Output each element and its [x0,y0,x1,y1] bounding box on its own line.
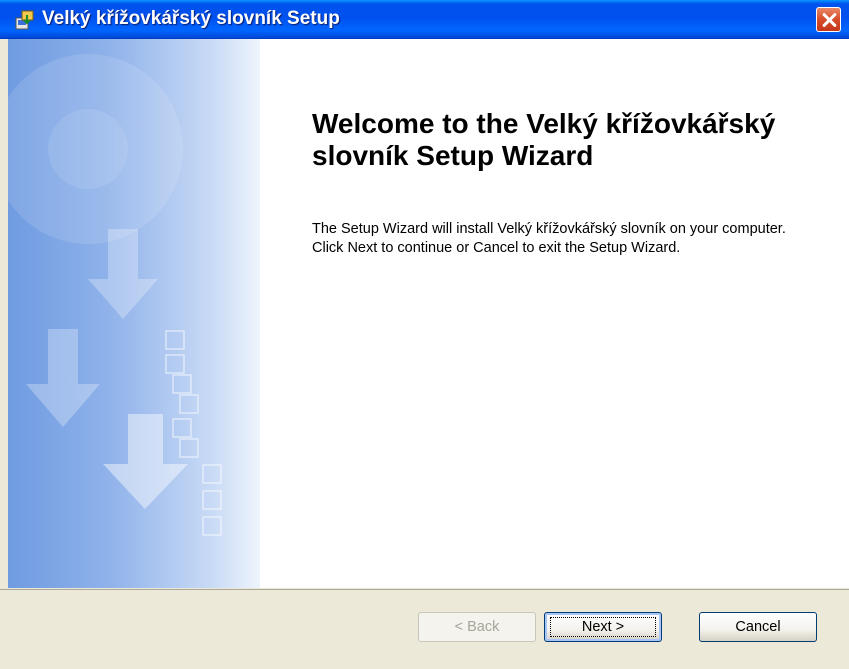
next-button-label: Next > [581,619,625,635]
next-button[interactable]: Next > [544,612,662,642]
wizard-side-graphic [8,39,260,588]
window-title: Velký křížovkářský slovník Setup [42,8,340,29]
cancel-button-label: Cancel [735,619,781,635]
setup-window: Velký křížovkářský slovník Setup Welcome… [0,0,849,669]
cancel-button[interactable]: Cancel [699,612,817,642]
title-bar[interactable]: Velký křížovkářský slovník Setup [0,0,849,39]
button-bar: < Back Next > Cancel [0,589,849,669]
install-arrows-graphic [8,54,222,536]
welcome-description: The Setup Wizard will install Velký kříž… [312,221,786,256]
close-icon[interactable] [816,7,841,32]
back-button-label: < Back [454,619,500,635]
setup-installer-icon[interactable] [14,9,36,31]
back-button[interactable]: < Back [418,612,536,642]
welcome-title: Welcome to the Velký křížovkářský slovní… [312,108,776,171]
